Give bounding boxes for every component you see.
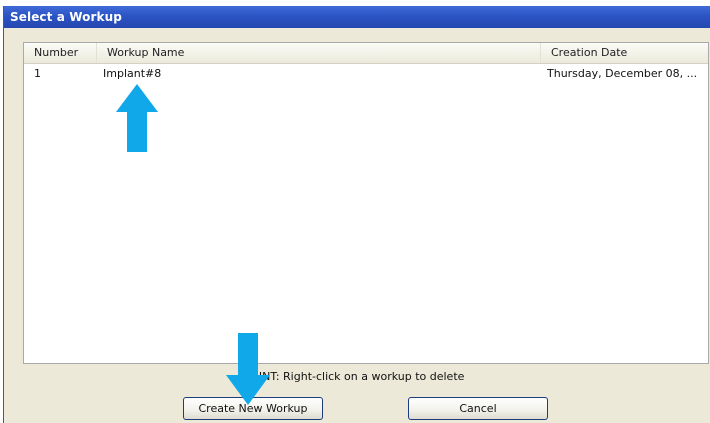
cancel-button[interactable]: Cancel (408, 397, 548, 420)
column-header-number[interactable]: Number (24, 43, 96, 63)
column-header-creation-date[interactable]: Creation Date (540, 43, 708, 63)
title-bar[interactable]: Select a Workup (4, 6, 710, 28)
select-workup-dialog: Select a Workup Number Workup Name Creat… (3, 6, 710, 423)
up-arrow-icon (116, 84, 158, 152)
row-workup-name: Implant#8 (103, 67, 162, 80)
column-header-workup-name[interactable]: Workup Name (96, 43, 540, 63)
table-row[interactable]: 1 Implant#8 Thursday, December 08, ... (24, 65, 708, 83)
down-arrow-icon (226, 333, 270, 405)
window-title: Select a Workup (10, 10, 122, 24)
row-creation-date: Thursday, December 08, ... (547, 67, 698, 80)
hint-text: HINT: Right-click on a workup to delete (250, 370, 465, 383)
list-header: Number Workup Name Creation Date (24, 43, 708, 64)
row-number: 1 (34, 67, 41, 80)
